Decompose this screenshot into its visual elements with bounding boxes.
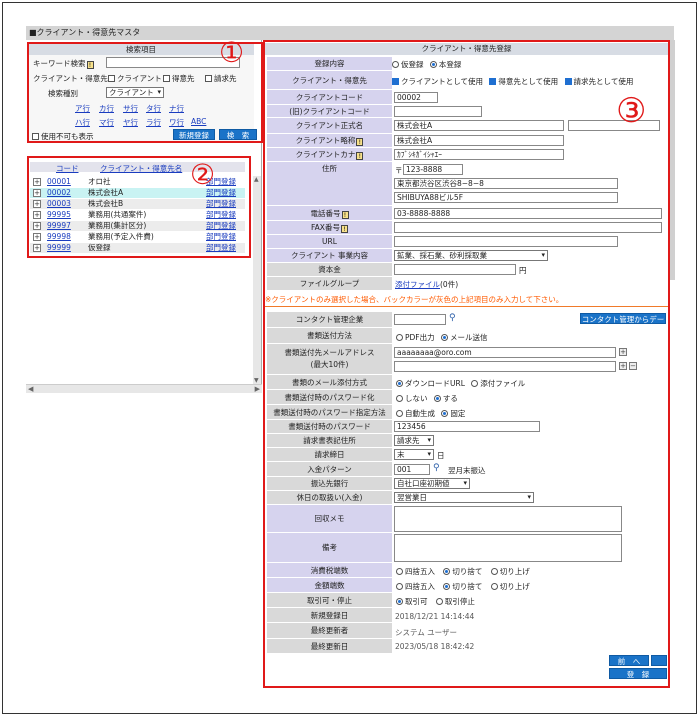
annotation-number-3: ③	[616, 91, 647, 131]
left-hscrollbar[interactable]: ◀ ▶	[26, 384, 262, 393]
annotation-number-1: ①	[219, 36, 245, 69]
right-scrollbar[interactable]	[670, 40, 675, 280]
annotation-number-2: ②	[190, 158, 216, 191]
scroll-left-icon[interactable]: ◀	[28, 385, 33, 394]
scroll-up-icon[interactable]: ▲	[254, 176, 259, 183]
annotation-box-3	[263, 40, 670, 688]
page-title: ■クライアント・得意先マスタ	[26, 26, 674, 40]
annotation-box-2	[27, 156, 251, 258]
scroll-down-icon[interactable]: ▼	[254, 377, 259, 384]
left-vscrollbar[interactable]: ▲ ▼	[253, 176, 261, 384]
scroll-right-icon[interactable]: ▶	[255, 385, 260, 394]
